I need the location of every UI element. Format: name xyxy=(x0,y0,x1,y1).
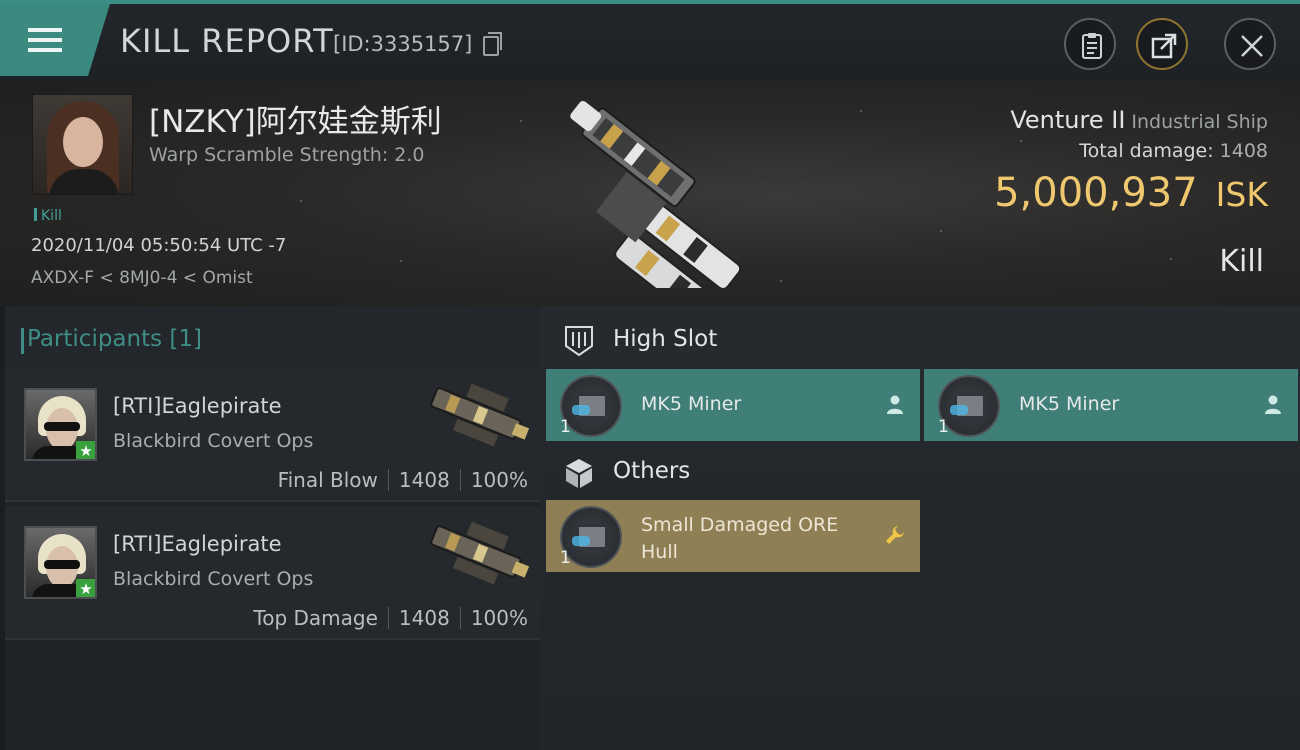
report-id: [ID:3335157] xyxy=(333,32,473,56)
page-title: KILL REPORT xyxy=(120,22,334,60)
participant-role: Final Blow xyxy=(277,468,378,492)
participant-row[interactable]: ★ [RTI]Eaglepirate Blackbird Covert Ops … xyxy=(5,368,540,502)
warp-scramble-strength: Warp Scramble Strength: 2.0 xyxy=(149,144,425,166)
header-accent-line xyxy=(0,0,1300,4)
participant-damage: 1408 xyxy=(398,468,450,492)
total-damage-value: 1408 xyxy=(1219,140,1268,162)
close-icon xyxy=(1241,35,1263,57)
person-icon[interactable] xyxy=(884,393,906,415)
total-damage: Total damage: 1408 xyxy=(1079,140,1268,162)
copy-icon[interactable] xyxy=(483,32,502,56)
victim-ship-image xyxy=(570,100,742,288)
isk-unit: ISK xyxy=(1215,175,1268,214)
isk-amount: 5,000,937 xyxy=(994,170,1198,216)
others-title: Others xyxy=(613,458,691,484)
high-slot-title: High Slot xyxy=(613,326,718,352)
item-quantity: 1 xyxy=(560,548,571,568)
participant-percent: 100% xyxy=(470,468,528,492)
participant-damage: 1408 xyxy=(398,606,450,630)
clipboard-button[interactable] xyxy=(1064,18,1116,70)
participants-title: Participants [1] xyxy=(20,326,203,354)
item-quantity: 1 xyxy=(938,417,949,437)
participant-row[interactable]: ★ [RTI]Eaglepirate Blackbird Covert Ops … xyxy=(5,506,540,640)
others-header: Others xyxy=(540,440,1300,500)
close-button[interactable] xyxy=(1224,18,1276,70)
avatar[interactable]: ★ xyxy=(24,388,97,461)
item-label: Small Damaged ORE Hull xyxy=(641,514,839,563)
clipboard-icon xyxy=(1082,33,1102,59)
participant-name: [RTI]Eaglepirate xyxy=(113,394,282,418)
victim-ship-line[interactable]: Venture II Industrial Ship xyxy=(1010,106,1268,134)
participant-name: [RTI]Eaglepirate xyxy=(113,532,282,556)
menu-button[interactable] xyxy=(0,4,110,76)
header-bar: KILL REPORT [ID:3335157] xyxy=(0,0,1300,80)
item-label: MK5 Miner xyxy=(1019,393,1120,415)
victim-ship-name: Venture II xyxy=(1010,106,1126,134)
star-icon: ★ xyxy=(76,441,95,459)
participant-ship-image xyxy=(430,521,530,585)
wrench-icon[interactable] xyxy=(884,524,906,546)
participant-ship: Blackbird Covert Ops xyxy=(113,568,314,590)
person-icon[interactable] xyxy=(1262,393,1284,415)
total-damage-label: Total damage: xyxy=(1079,140,1214,162)
kill-datetime: 2020/11/04 05:50:54 UTC -7 xyxy=(31,235,287,256)
kill-tag: Kill xyxy=(34,208,62,224)
item-quantity: 1 xyxy=(560,417,571,437)
high-slot-item[interactable]: 1 MK5 Miner xyxy=(546,369,920,441)
kill-location[interactable]: AXDX-F < 8MJ0-4 < Omist xyxy=(31,268,253,288)
item-label: MK5 Miner xyxy=(641,393,742,415)
result-label: Kill xyxy=(1219,244,1264,279)
participants-header: Participants [1] xyxy=(5,306,540,368)
avatar[interactable]: ★ xyxy=(24,526,97,599)
participant-stats: Top Damage 1408 100% xyxy=(253,606,528,630)
high-slot-header: High Slot xyxy=(540,308,1300,368)
participant-role: Top Damage xyxy=(253,606,378,630)
victim-ship-class: Industrial Ship xyxy=(1131,111,1268,133)
high-slot-icon xyxy=(565,326,593,357)
others-item[interactable]: 1 Small Damaged ORE Hull xyxy=(546,500,920,572)
participant-percent: 100% xyxy=(470,606,528,630)
participant-ship: Blackbird Covert Ops xyxy=(113,430,314,452)
victim-portrait[interactable] xyxy=(32,94,133,195)
star-icon: ★ xyxy=(76,579,95,597)
victim-name[interactable]: [NZKY]阿尔娃金斯利 xyxy=(149,96,442,141)
cube-icon xyxy=(566,459,592,488)
isk-value: 5,000,937 ISK xyxy=(994,170,1268,216)
participants-panel: Participants [1] ★ [RTI]Eaglepirate Blac… xyxy=(5,306,540,750)
participant-stats: Final Blow 1408 100% xyxy=(278,468,528,492)
participant-ship-image xyxy=(430,383,530,447)
fitting-panel: High Slot 1 MK5 Miner 1 MK5 Miner Others… xyxy=(540,306,1300,750)
high-slot-item[interactable]: 1 MK5 Miner xyxy=(924,369,1298,441)
participants-count: [1] xyxy=(169,326,203,352)
share-icon xyxy=(1151,33,1177,59)
share-button[interactable] xyxy=(1136,18,1188,70)
